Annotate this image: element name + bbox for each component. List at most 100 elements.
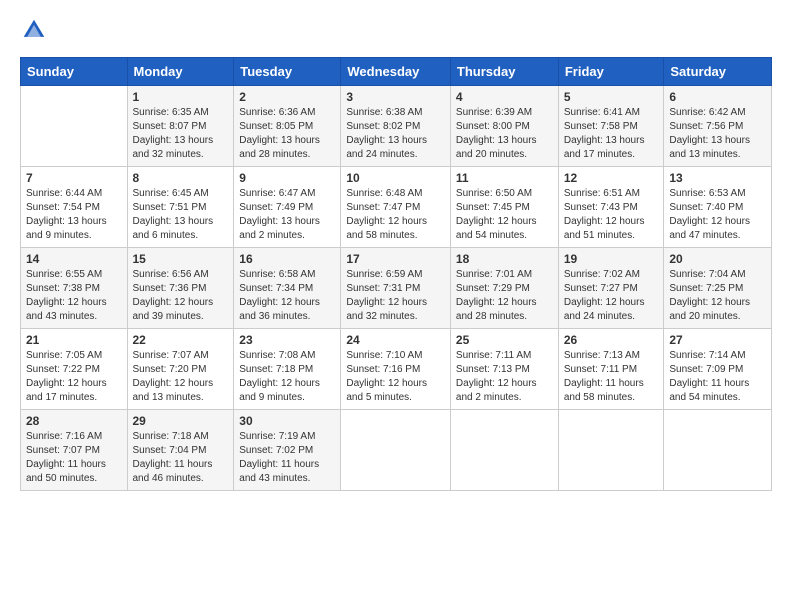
calendar-cell: 21 Sunrise: 7:05 AM Sunset: 7:22 PM Dayli… bbox=[21, 329, 128, 410]
cell-info: Sunrise: 6:36 AM Sunset: 8:05 PM Dayligh… bbox=[239, 106, 335, 162]
cell-info: Sunrise: 7:19 AM Sunset: 7:02 PM Dayligh… bbox=[239, 430, 335, 486]
cell-info: Sunrise: 6:58 AM Sunset: 7:34 PM Dayligh… bbox=[239, 268, 335, 324]
day-number: 21 bbox=[26, 333, 122, 347]
calendar-cell: 4 Sunrise: 6:39 AM Sunset: 8:00 PM Daylig… bbox=[450, 86, 558, 167]
day-of-week-header: Wednesday bbox=[341, 58, 451, 86]
cell-info: Sunrise: 6:41 AM Sunset: 7:58 PM Dayligh… bbox=[564, 106, 659, 162]
cell-info: Sunrise: 6:59 AM Sunset: 7:31 PM Dayligh… bbox=[346, 268, 445, 324]
cell-info: Sunrise: 7:01 AM Sunset: 7:29 PM Dayligh… bbox=[456, 268, 553, 324]
cell-info: Sunrise: 7:18 AM Sunset: 7:04 PM Dayligh… bbox=[133, 430, 229, 486]
calendar-cell bbox=[450, 410, 558, 491]
calendar-week-row: 14 Sunrise: 6:55 AM Sunset: 7:38 PM Dayli… bbox=[21, 248, 772, 329]
calendar-cell: 29 Sunrise: 7:18 AM Sunset: 7:04 PM Dayli… bbox=[127, 410, 234, 491]
logo bbox=[20, 18, 50, 47]
cell-info: Sunrise: 6:48 AM Sunset: 7:47 PM Dayligh… bbox=[346, 187, 445, 243]
day-number: 30 bbox=[239, 414, 335, 428]
day-number: 9 bbox=[239, 171, 335, 185]
day-number: 1 bbox=[133, 90, 229, 104]
day-number: 8 bbox=[133, 171, 229, 185]
calendar-week-row: 21 Sunrise: 7:05 AM Sunset: 7:22 PM Dayli… bbox=[21, 329, 772, 410]
calendar-cell: 18Sunrise: 7:01 AM Sunset: 7:29 PM Dayli… bbox=[450, 248, 558, 329]
day-number: 4 bbox=[456, 90, 553, 104]
day-number: 24 bbox=[346, 333, 445, 347]
calendar-cell: 25 Sunrise: 7:11 AM Sunset: 7:13 PM Dayli… bbox=[450, 329, 558, 410]
cell-info: Sunrise: 7:11 AM Sunset: 7:13 PM Dayligh… bbox=[456, 349, 553, 405]
day-number: 7 bbox=[26, 171, 122, 185]
calendar-cell: 19 Sunrise: 7:02 AM Sunset: 7:27 PM Dayli… bbox=[558, 248, 664, 329]
calendar-cell: 8 Sunrise: 6:45 AM Sunset: 7:51 PM Daylig… bbox=[127, 167, 234, 248]
cell-info: Sunrise: 7:07 AM Sunset: 7:20 PM Dayligh… bbox=[133, 349, 229, 405]
cell-info: Sunrise: 7:04 AM Sunset: 7:25 PM Dayligh… bbox=[669, 268, 766, 324]
calendar-cell bbox=[664, 410, 772, 491]
cell-info: Sunrise: 6:53 AM Sunset: 7:40 PM Dayligh… bbox=[669, 187, 766, 243]
day-number: 26 bbox=[564, 333, 659, 347]
day-number: 23 bbox=[239, 333, 335, 347]
page: SundayMondayTuesdayWednesdayThursdayFrid… bbox=[0, 0, 792, 612]
calendar-week-row: 28 Sunrise: 7:16 AM Sunset: 7:07 PM Dayli… bbox=[21, 410, 772, 491]
day-number: 22 bbox=[133, 333, 229, 347]
calendar-cell: 24Sunrise: 7:10 AM Sunset: 7:16 PM Dayli… bbox=[341, 329, 451, 410]
day-of-week-header: Monday bbox=[127, 58, 234, 86]
calendar-cell: 1 Sunrise: 6:35 AM Sunset: 8:07 PM Daylig… bbox=[127, 86, 234, 167]
calendar-cell: 2 Sunrise: 6:36 AM Sunset: 8:05 PM Daylig… bbox=[234, 86, 341, 167]
cell-info: Sunrise: 7:02 AM Sunset: 7:27 PM Dayligh… bbox=[564, 268, 659, 324]
logo-icon bbox=[22, 18, 46, 42]
cell-info: Sunrise: 6:45 AM Sunset: 7:51 PM Dayligh… bbox=[133, 187, 229, 243]
day-number: 5 bbox=[564, 90, 659, 104]
day-number: 29 bbox=[133, 414, 229, 428]
calendar-cell: 16 Sunrise: 6:58 AM Sunset: 7:34 PM Dayli… bbox=[234, 248, 341, 329]
calendar-cell: 5 Sunrise: 6:41 AM Sunset: 7:58 PM Daylig… bbox=[558, 86, 664, 167]
cell-info: Sunrise: 6:35 AM Sunset: 8:07 PM Dayligh… bbox=[133, 106, 229, 162]
day-number: 27 bbox=[669, 333, 766, 347]
day-of-week-header: Thursday bbox=[450, 58, 558, 86]
calendar-cell: 13 Sunrise: 6:53 AM Sunset: 7:40 PM Dayli… bbox=[664, 167, 772, 248]
calendar-table: SundayMondayTuesdayWednesdayThursdayFrid… bbox=[20, 57, 772, 491]
day-number: 19 bbox=[564, 252, 659, 266]
calendar-cell bbox=[21, 86, 128, 167]
day-number: 17 bbox=[346, 252, 445, 266]
day-number: 13 bbox=[669, 171, 766, 185]
day-number: 2 bbox=[239, 90, 335, 104]
day-number: 28 bbox=[26, 414, 122, 428]
calendar-cell: 26 Sunrise: 7:13 AM Sunset: 7:11 PM Dayli… bbox=[558, 329, 664, 410]
cell-info: Sunrise: 6:56 AM Sunset: 7:36 PM Dayligh… bbox=[133, 268, 229, 324]
day-number: 15 bbox=[133, 252, 229, 266]
cell-info: Sunrise: 6:55 AM Sunset: 7:38 PM Dayligh… bbox=[26, 268, 122, 324]
cell-info: Sunrise: 6:44 AM Sunset: 7:54 PM Dayligh… bbox=[26, 187, 122, 243]
day-number: 11 bbox=[456, 171, 553, 185]
cell-info: Sunrise: 7:05 AM Sunset: 7:22 PM Dayligh… bbox=[26, 349, 122, 405]
calendar-week-row: 1 Sunrise: 6:35 AM Sunset: 8:07 PM Daylig… bbox=[21, 86, 772, 167]
cell-info: Sunrise: 7:08 AM Sunset: 7:18 PM Dayligh… bbox=[239, 349, 335, 405]
day-of-week-header: Sunday bbox=[21, 58, 128, 86]
calendar-cell: 12Sunrise: 6:51 AM Sunset: 7:43 PM Dayli… bbox=[558, 167, 664, 248]
calendar-header-row: SundayMondayTuesdayWednesdayThursdayFrid… bbox=[21, 58, 772, 86]
cell-info: Sunrise: 6:50 AM Sunset: 7:45 PM Dayligh… bbox=[456, 187, 553, 243]
cell-info: Sunrise: 7:13 AM Sunset: 7:11 PM Dayligh… bbox=[564, 349, 659, 405]
calendar-cell: 23 Sunrise: 7:08 AM Sunset: 7:18 PM Dayli… bbox=[234, 329, 341, 410]
day-of-week-header: Tuesday bbox=[234, 58, 341, 86]
day-number: 14 bbox=[26, 252, 122, 266]
cell-info: Sunrise: 6:38 AM Sunset: 8:02 PM Dayligh… bbox=[346, 106, 445, 162]
cell-info: Sunrise: 7:16 AM Sunset: 7:07 PM Dayligh… bbox=[26, 430, 122, 486]
calendar-cell: 27 Sunrise: 7:14 AM Sunset: 7:09 PM Dayli… bbox=[664, 329, 772, 410]
cell-info: Sunrise: 7:14 AM Sunset: 7:09 PM Dayligh… bbox=[669, 349, 766, 405]
cell-info: Sunrise: 6:47 AM Sunset: 7:49 PM Dayligh… bbox=[239, 187, 335, 243]
calendar-cell: 7 Sunrise: 6:44 AM Sunset: 7:54 PM Daylig… bbox=[21, 167, 128, 248]
calendar-cell: 17 Sunrise: 6:59 AM Sunset: 7:31 PM Dayli… bbox=[341, 248, 451, 329]
calendar-cell bbox=[558, 410, 664, 491]
calendar-cell: 6Sunrise: 6:42 AM Sunset: 7:56 PM Daylig… bbox=[664, 86, 772, 167]
day-of-week-header: Friday bbox=[558, 58, 664, 86]
cell-info: Sunrise: 6:39 AM Sunset: 8:00 PM Dayligh… bbox=[456, 106, 553, 162]
calendar-cell: 10Sunrise: 6:48 AM Sunset: 7:47 PM Dayli… bbox=[341, 167, 451, 248]
cell-info: Sunrise: 6:42 AM Sunset: 7:56 PM Dayligh… bbox=[669, 106, 766, 162]
day-number: 12 bbox=[564, 171, 659, 185]
day-number: 25 bbox=[456, 333, 553, 347]
calendar-cell: 30 Sunrise: 7:19 AM Sunset: 7:02 PM Dayli… bbox=[234, 410, 341, 491]
day-number: 16 bbox=[239, 252, 335, 266]
header bbox=[20, 18, 772, 47]
calendar-week-row: 7 Sunrise: 6:44 AM Sunset: 7:54 PM Daylig… bbox=[21, 167, 772, 248]
calendar-cell: 22 Sunrise: 7:07 AM Sunset: 7:20 PM Dayli… bbox=[127, 329, 234, 410]
calendar-cell: 28 Sunrise: 7:16 AM Sunset: 7:07 PM Dayli… bbox=[21, 410, 128, 491]
calendar-cell bbox=[341, 410, 451, 491]
day-number: 20 bbox=[669, 252, 766, 266]
